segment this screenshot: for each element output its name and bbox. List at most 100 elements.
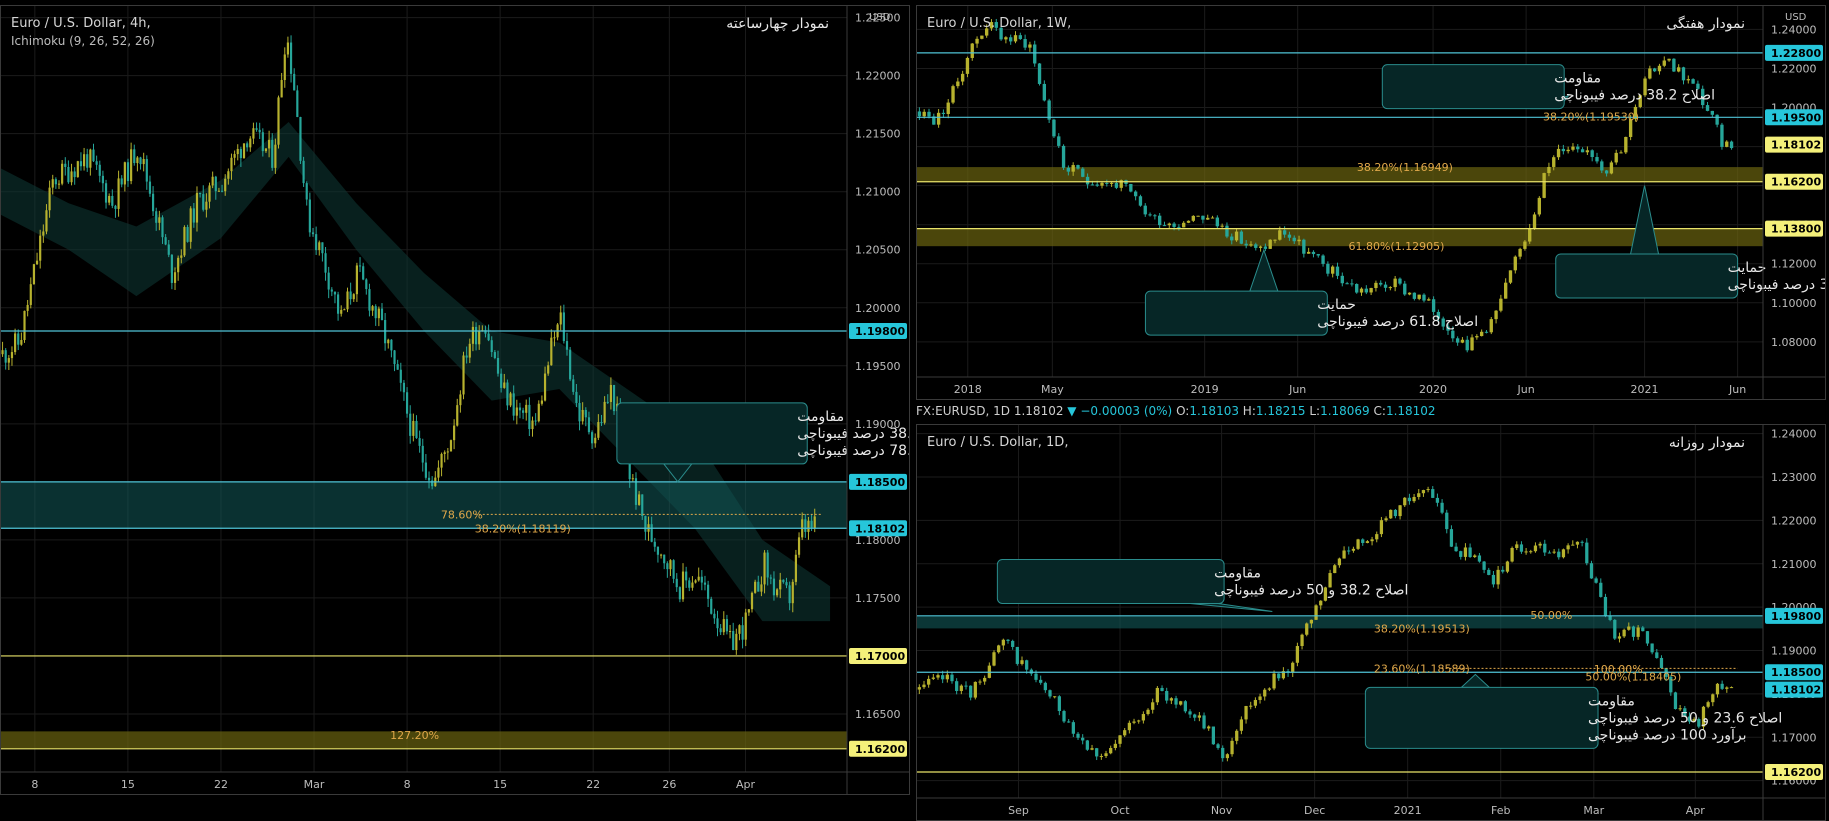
candle-body [79,161,83,167]
candle-body [1114,182,1119,188]
candle-body [1465,339,1469,351]
y-tick-label: 1.21000 [1771,558,1817,571]
candle-body [1295,646,1300,663]
candle-body [70,171,73,183]
price-badge-text: 1.18500 [1771,666,1821,679]
candle-body [167,244,170,255]
candle-body [725,619,729,632]
candle-body [641,494,644,517]
candle-body [650,524,653,542]
callout-box [1364,686,1599,749]
chart-4h-svg[interactable]: 78.60%38.20%(1.18119)127.20%مقاومتاصلاح … [1,6,910,795]
candle-body [1220,225,1224,227]
candle-body [10,352,14,359]
candle-body [1118,735,1122,744]
candle-body [427,477,431,481]
candle-body [362,266,365,280]
price-badge-text: 1.16200 [1771,176,1821,189]
candle-body [1594,578,1598,583]
candle-body [39,235,42,261]
candle-body [1706,702,1710,707]
candle-body [1254,244,1258,248]
candle-body [1720,683,1724,689]
candle-body [1678,708,1682,710]
candle-body [1042,83,1047,101]
candle-body [534,420,537,422]
candle-body [975,38,979,44]
chart-panel-1d[interactable]: 38.20%(1.19513) 50.00% 23.60%(1.18589) 100.… [916,424,1826,821]
candle-body [1273,239,1277,241]
price-badge-text: 1.18500 [855,476,905,489]
candle-body [1225,754,1230,759]
candle-body [1440,502,1444,513]
candle-body [1421,490,1426,494]
candle-body [1151,702,1155,710]
candle-body [681,571,685,600]
candle-body [1133,191,1138,197]
candle-body [177,257,180,273]
callout-tail [1460,673,1491,688]
candle-body [675,578,678,588]
candle-body [941,112,946,114]
chart-panel-1w[interactable]: 38.20%(1.19530) 38.20%(1.16949) 61.80%(1.1… [916,5,1826,400]
candle-body [327,272,330,290]
candle-body [1177,226,1181,228]
candle-body [512,393,515,416]
candle-body [1018,35,1022,40]
low-label: L: [1309,404,1321,418]
candle-body [1196,215,1200,217]
candle-body [126,162,130,182]
candle-body [1351,548,1356,551]
candle-body [1182,222,1186,228]
candle-body [393,350,396,365]
candle-body [402,382,406,393]
candle-body [453,425,456,441]
y-tick-label: 1.19500 [855,360,901,373]
candle-body [1355,284,1359,293]
candle-body [82,154,86,167]
candle-body [970,43,974,58]
candle-body [355,265,358,295]
candle-body [763,552,766,585]
candle-body [1619,152,1623,154]
candle-body [1631,626,1636,637]
candle-body [700,576,703,583]
candle-body [456,405,459,426]
candle-body [1013,35,1018,42]
candle-body [547,365,550,374]
candle-body [1095,184,1099,186]
candle-body [955,681,959,691]
y-tick-label: 1.21500 [855,128,901,141]
candle-body [1403,497,1407,506]
x-tick-label: Mar [1583,804,1604,817]
candle-body [1513,256,1517,271]
x-tick-label: Dec [1304,804,1325,817]
candle-body [465,355,468,358]
candle-body [1085,740,1089,750]
price-badge: 1.18102 [849,520,907,537]
candle-body [111,195,114,206]
chart-1d-svg[interactable]: 38.20%(1.19513)50.00%23.60%(1.18589) 100.… [917,425,1826,821]
candle-body [1552,157,1556,167]
candle-body [1057,136,1061,146]
candle-body [440,453,443,468]
candle-body [1186,220,1191,223]
candle-body [1230,740,1234,755]
chart-1w-svg[interactable]: 38.20%(1.19530) 38.20%(1.16949) 61.80%(1.1… [917,6,1826,400]
fib-label: 78.60% [441,508,483,521]
candle-body [151,193,155,212]
candle-body [922,684,926,688]
y-tick-label: 1.08000 [1771,336,1817,349]
candle-body [1556,148,1561,158]
candle-body [155,211,158,223]
candle-body [421,445,424,463]
candle-body [1172,223,1176,227]
candle-body [950,674,954,682]
candle-body [1657,65,1662,72]
candle-body [1305,623,1309,635]
chart-panel-4h[interactable]: 78.60%38.20%(1.18119)127.20%مقاومتاصلاح … [0,5,910,795]
candle-body [1081,168,1085,177]
candle-body [142,159,145,165]
candle-body [98,164,101,176]
candle-body [1725,141,1729,147]
